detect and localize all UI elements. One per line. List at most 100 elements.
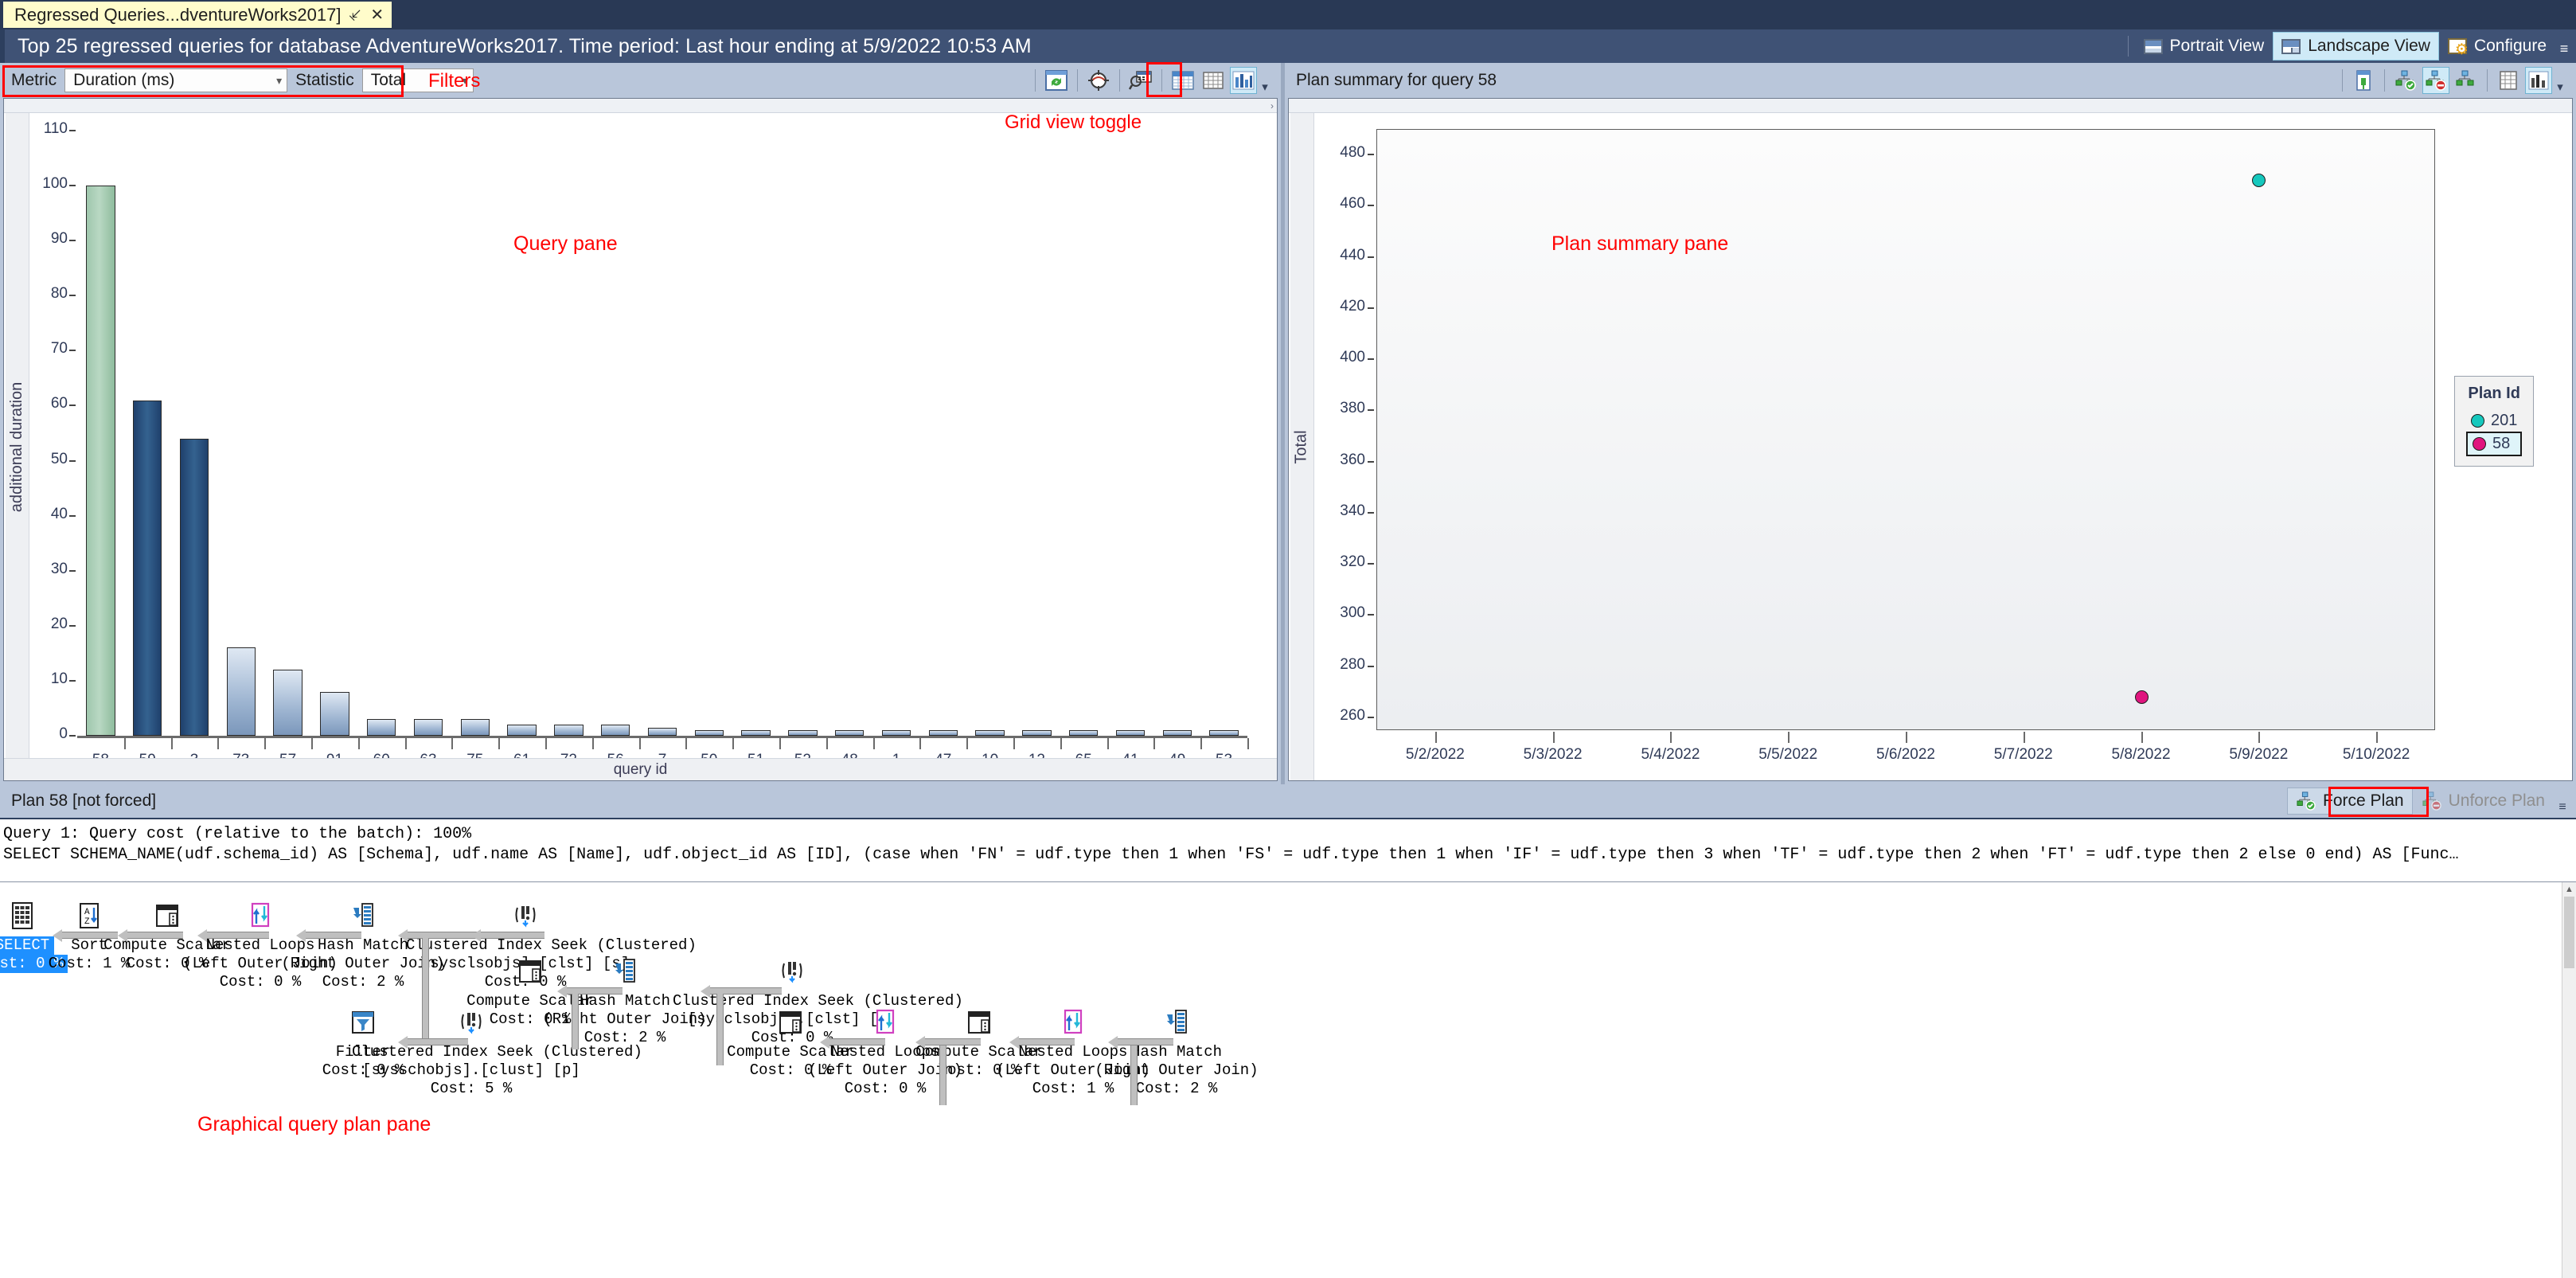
force-plan-button[interactable]: Force Plan [2287,788,2413,815]
bar[interactable] [1022,730,1052,736]
unforce-plan-icon[interactable] [2422,67,2449,94]
report-header-bar: Top 25 regressed queries for database Ad… [0,29,2576,63]
legend-item[interactable]: 58 [2466,432,2523,456]
y-tick-label: 420 [1340,297,1365,315]
plan-canvas: SELECTCost: 0 %AZSortCost: 1 %Compute Sc… [0,882,2555,1278]
chart-icon[interactable] [1230,67,1257,94]
chart-icon[interactable] [2525,67,2552,94]
grid-with-header-icon[interactable] [1169,67,1196,94]
bar[interactable] [226,647,256,736]
scroll-thumb[interactable] [2564,897,2574,968]
legend-item[interactable]: 201 [2466,410,2522,432]
chart-top-scroll[interactable] [1289,99,2572,113]
plan-node-cis3[interactable]: Clustered Index Seek (Clustered) [sysscho… [352,1006,642,1098]
configure-button[interactable]: Configure [2439,32,2555,61]
bar[interactable] [320,691,349,736]
grid-icon[interactable] [1200,67,1227,94]
force-plan-icon[interactable] [2392,67,2419,94]
scroll-arrow-icon: › [1270,100,1274,111]
track-query-icon[interactable] [1085,67,1112,94]
bar[interactable] [881,730,911,736]
plan-action-bar: Plan 58 [not forced] Force Plan Unforce … [0,784,2576,818]
toolbar-more-icon[interactable]: ▾ [2554,67,2566,94]
configure-label: Configure [2473,37,2547,55]
plan-connector [207,932,269,939]
statistic-select[interactable]: Total ▾ [361,68,474,92]
bar[interactable] [928,730,958,736]
landscape-view-button[interactable]: Landscape View [2273,32,2439,61]
bar[interactable] [1068,730,1099,736]
bar[interactable] [413,719,443,736]
divider [2384,69,2385,92]
bar[interactable] [647,727,677,736]
bar[interactable] [179,438,209,736]
bar[interactable] [460,719,490,736]
x-tick-mark [404,738,407,749]
bar[interactable] [834,730,865,736]
plan-connector [1118,1038,1173,1045]
metric-select[interactable]: Duration (ms) ▾ [64,68,288,92]
y-tick-mark [1368,256,1374,258]
graphical-query-plan-pane[interactable]: SELECTCost: 0 %AZSortCost: 1 %Compute Sc… [0,881,2576,1278]
y-tick-mark [1368,563,1374,565]
x-tick-mark [451,738,454,749]
y-tick-label: 90 [50,230,68,248]
header-overflow-icon[interactable]: ≡ [2555,32,2573,61]
unforce-plan-icon [2422,791,2441,811]
x-tick-mark [357,738,360,749]
scatter-point[interactable] [2134,690,2149,705]
document-tab-regressed-queries[interactable]: Regressed Queries...dventureWorks2017] ⤓… [3,2,392,28]
bar[interactable] [788,730,818,736]
bar[interactable] [366,719,396,736]
plan-summary-title: Plan summary for query 58 [1296,71,1497,89]
bar[interactable] [600,725,630,736]
close-icon[interactable]: ✕ [370,5,384,25]
bar[interactable] [86,186,115,736]
y-tick-mark [1368,409,1374,412]
portrait-view-button[interactable]: Portrait View [2135,32,2274,61]
x-tick-label: 5/10/2022 [2342,746,2410,763]
x-tick-mark [825,738,828,749]
toolbar-more-icon[interactable]: ▾ [1259,67,1271,94]
bar[interactable] [1162,730,1192,736]
legend-label: 201 [2491,412,2518,429]
compare-plans-icon[interactable] [2453,67,2480,94]
unforce-plan-button[interactable]: Unforce Plan [2413,788,2554,815]
grid-icon[interactable] [2495,67,2522,94]
statistic-select-value: Total [370,71,407,89]
scroll-up-icon[interactable]: ▲ [2562,882,2576,896]
portrait-layout-icon [2143,38,2163,54]
divider [2342,69,2343,92]
query-text-area[interactable]: Query 1: Query cost (relative to the bat… [0,818,2576,881]
x-tick-mark [1107,738,1109,749]
view-query-text-icon[interactable] [1127,67,1154,94]
plan-bar-overflow-icon[interactable]: ≡ [2554,788,2571,815]
pin-icon[interactable]: ⤓ [347,6,365,24]
bar[interactable] [1209,730,1239,736]
plan-node-hm3[interactable]: Hash Match (Right Outer Join) Cost: 2 % [1057,1006,1296,1098]
y-tick-mark [1368,511,1374,514]
legend-label: 58 [2492,435,2511,452]
x-tick-mark [591,738,594,749]
bar[interactable] [132,400,162,736]
view-plan-icon[interactable] [2350,67,2377,94]
plan-connector [408,1038,468,1045]
y-tick-mark [69,735,76,737]
bar[interactable] [975,730,1005,736]
bar[interactable] [1115,730,1146,736]
bar[interactable] [273,670,302,736]
bar[interactable] [554,725,584,736]
query-bar-chart[interactable]: additional duration 0 10 20 30 40 50 60 70 80 90 1… [4,113,1277,780]
bar[interactable] [741,730,771,736]
x-tick-mark [170,738,173,749]
plan-summary-scatter-chart[interactable]: Total 260 280 300 320 340 360 380 400 420 440 460 4… [1289,113,2572,780]
query-sql-line: SELECT SCHEMA_NAME(udf.schema_id) AS [Sc… [3,846,2459,864]
bar[interactable] [507,725,537,736]
y-tick-label: 100 [42,175,68,193]
plan-vertical-scrollbar[interactable]: ▲ ▼ [2562,882,2576,1278]
refresh-icon[interactable] [1043,67,1070,94]
plan-connector-arrow [197,929,207,942]
statistic-label: Statistic [295,71,354,89]
bar[interactable] [694,730,724,736]
chart-top-scroll[interactable]: › [4,99,1277,113]
